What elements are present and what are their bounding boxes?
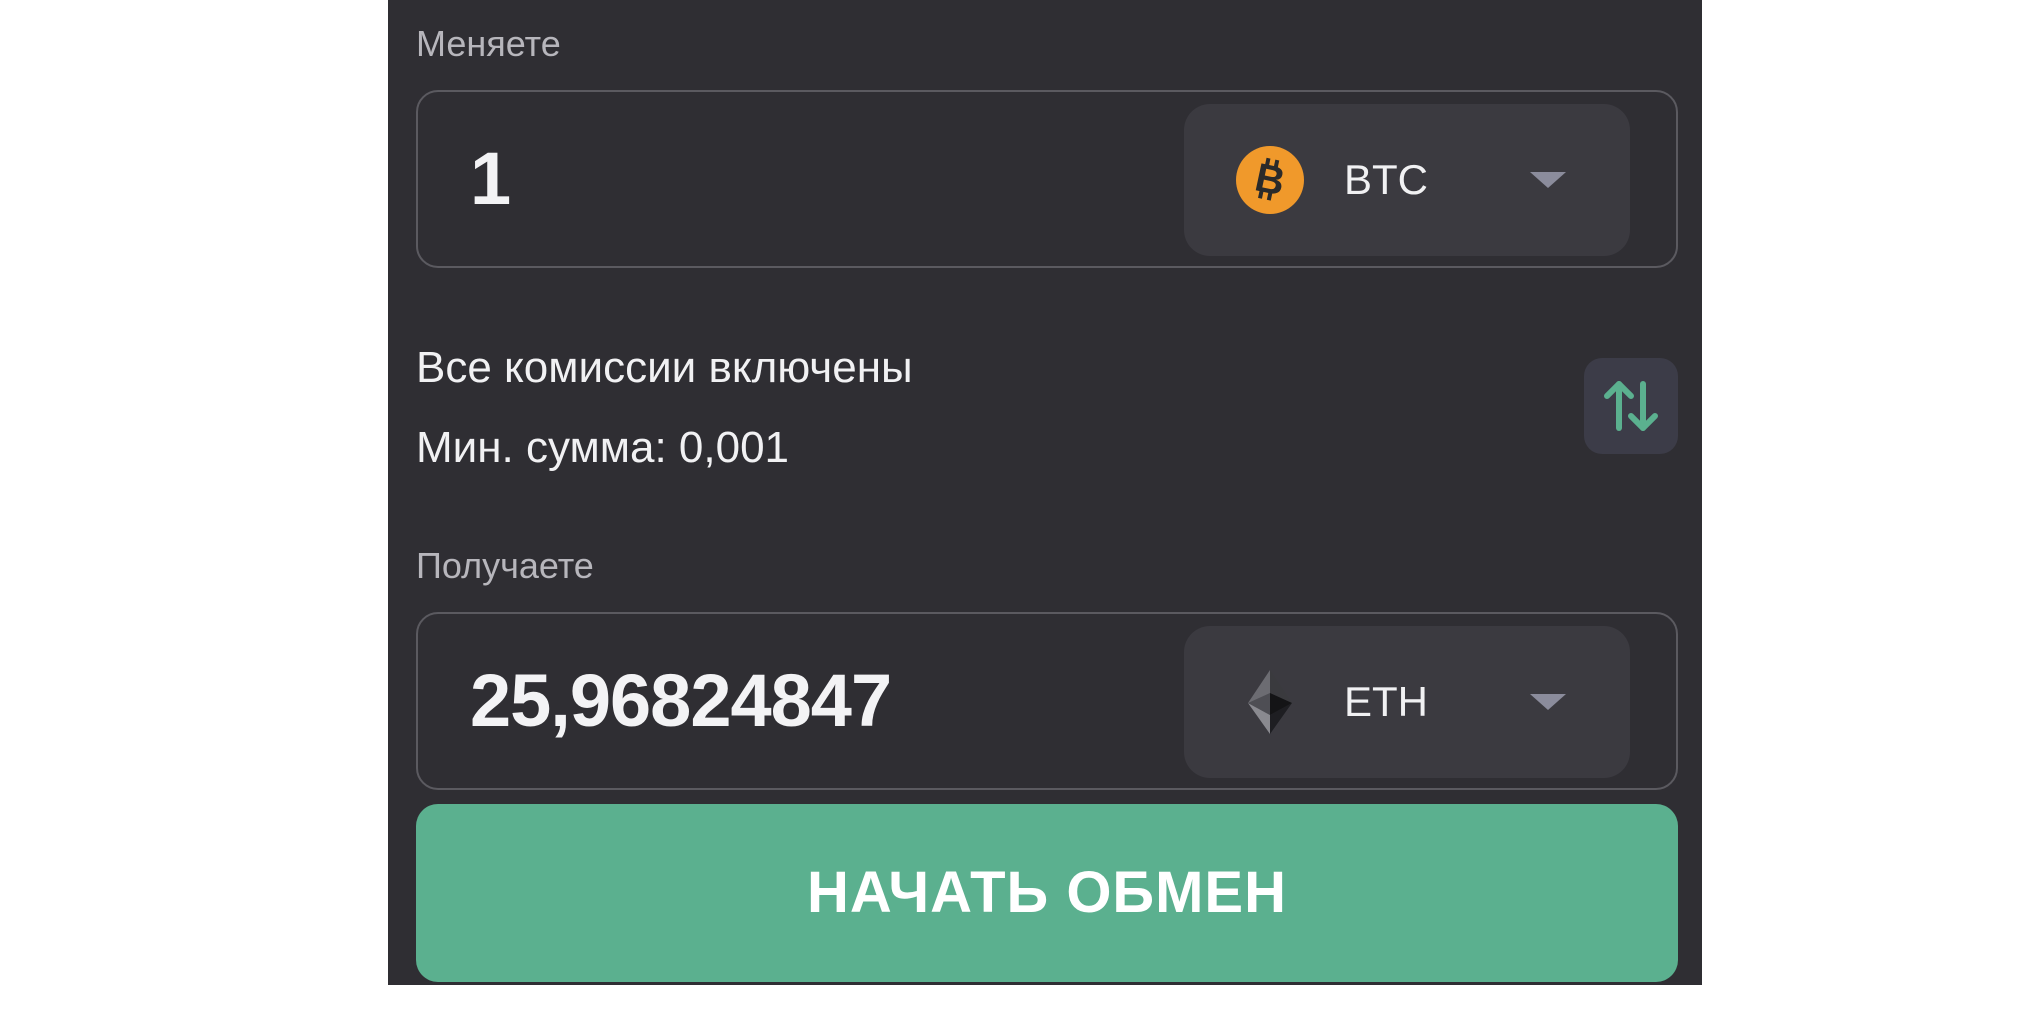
send-field[interactable]: 1 B BTC [416,90,1678,268]
exchange-panel: Меняете 1 B BTC Все комиссии включены Ми… [388,0,1702,985]
receive-field[interactable]: 25,96824847 ETH [416,612,1678,790]
receive-amount-value: 25,96824847 [470,659,892,742]
receive-label: Получаете [416,545,594,586]
send-currency-select[interactable]: B BTC [1184,104,1630,256]
start-exchange-button[interactable]: НАЧАТЬ ОБМЕН [416,804,1678,982]
chevron-down-icon [1530,694,1566,710]
swap-button[interactable] [1584,358,1678,454]
send-label: Меняете [416,23,561,64]
bitcoin-icon: B [1236,146,1304,214]
swap-arrows-icon [1604,381,1658,431]
send-currency-label: BTC [1344,156,1428,203]
fees-included-text: Все комиссии включены [416,343,913,392]
receive-currency-select[interactable]: ETH [1184,626,1630,778]
receive-currency-label: ETH [1344,678,1428,725]
ethereum-icon [1248,670,1292,734]
start-exchange-label: НАЧАТЬ ОБМЕН [806,860,1288,925]
min-amount-text: Мин. сумма: 0,001 [416,423,790,472]
chevron-down-icon [1530,172,1566,188]
send-amount-input[interactable]: 1 [470,142,511,216]
